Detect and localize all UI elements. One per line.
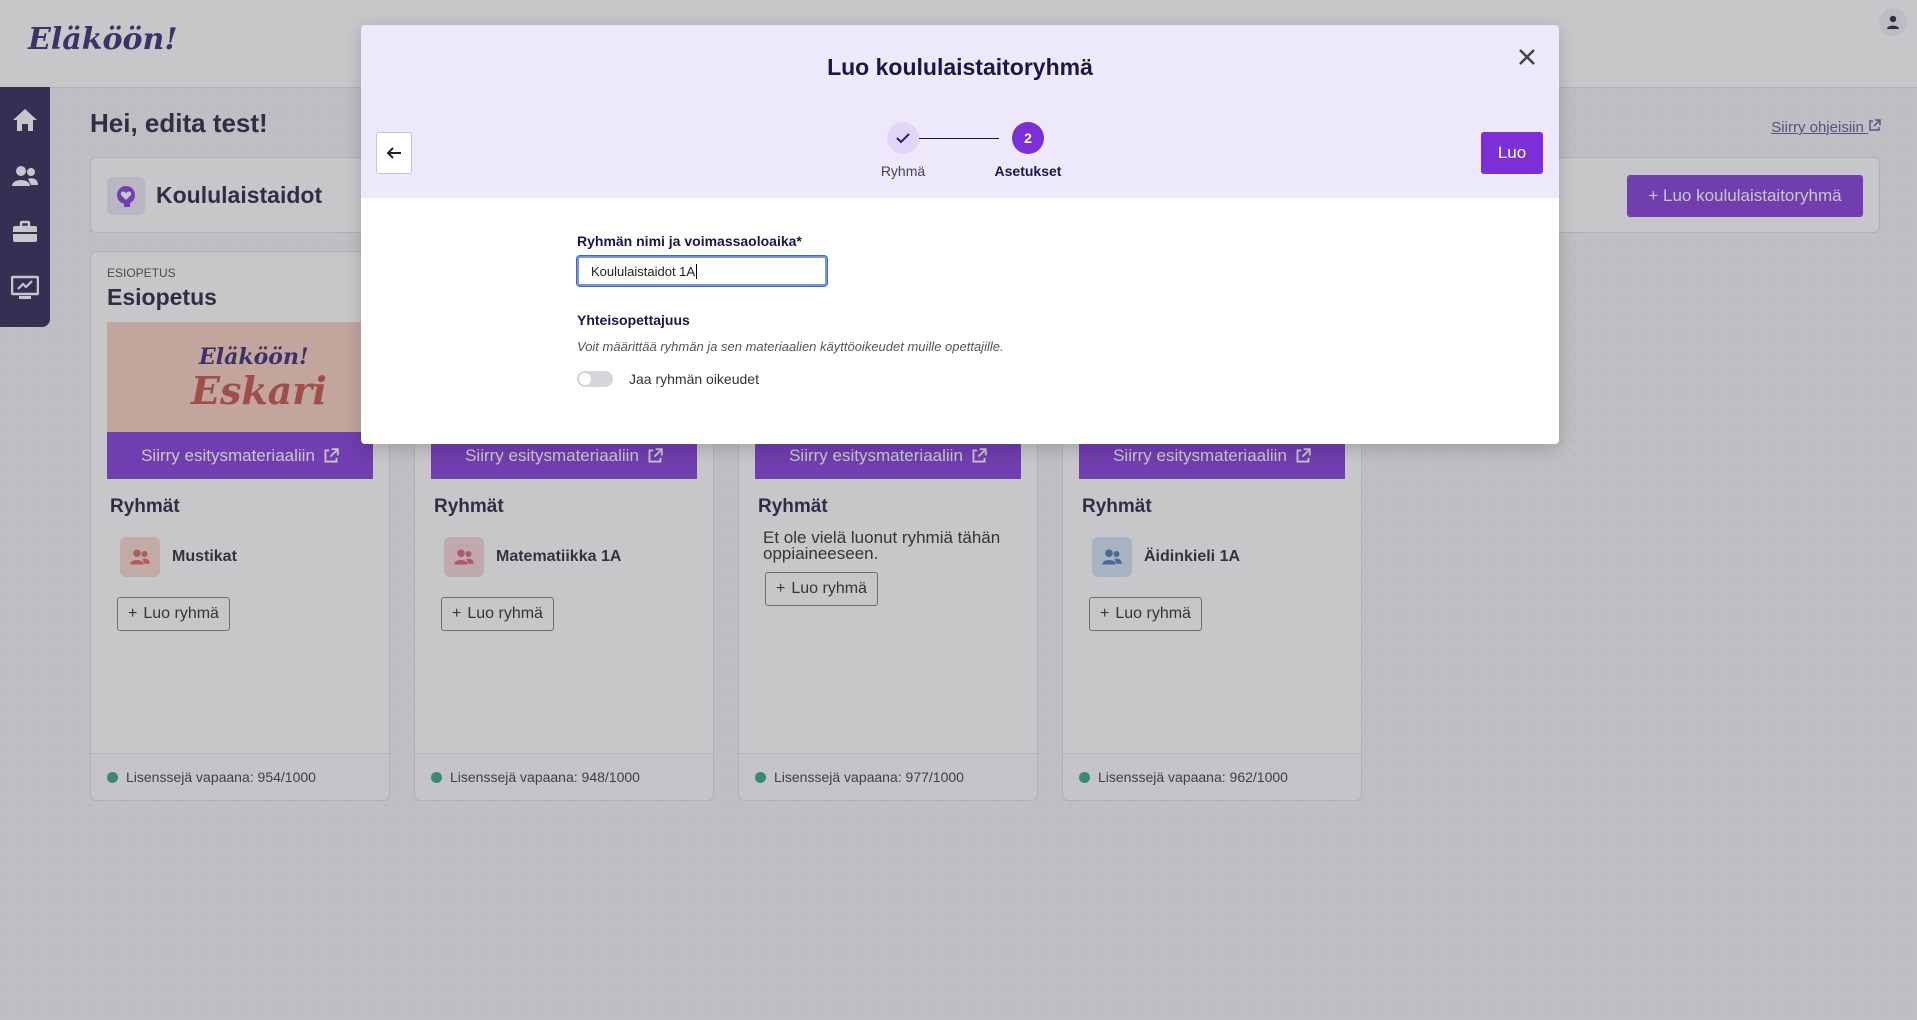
- share-rights-toggle[interactable]: [577, 371, 613, 387]
- back-button[interactable]: [376, 132, 412, 174]
- check-icon: [887, 122, 919, 154]
- share-rights-row: Jaa ryhmän oikeudet: [577, 371, 1004, 387]
- close-icon[interactable]: [1511, 41, 1543, 73]
- group-name-value[interactable]: Koululaistaidot 1A: [591, 264, 695, 279]
- share-rights-label[interactable]: Jaa ryhmän oikeudet: [629, 371, 759, 387]
- modal-header: Luo koululaistaitoryhmä Ryhmä 2 Asetukse…: [361, 25, 1559, 198]
- create-button[interactable]: Luo: [1481, 132, 1543, 174]
- text-cursor: [696, 263, 698, 279]
- step-settings: 2 Asetukset: [987, 122, 1069, 179]
- co-teaching-description: Voit määrittää ryhmän ja sen materiaalie…: [577, 339, 1004, 354]
- toggle-knob: [579, 373, 591, 385]
- step-label: Asetukset: [994, 163, 1062, 179]
- step-label: Ryhmä: [880, 163, 926, 179]
- group-name-label: Ryhmän nimi ja voimassaoloaika*: [577, 233, 802, 249]
- group-name-input[interactable]: Koululaistaidot 1A: [576, 255, 828, 287]
- modal-title: Luo koululaistaitoryhmä: [827, 54, 1093, 80]
- modal-body: Ryhmän nimi ja voimassaoloaika* Koululai…: [576, 233, 1004, 387]
- create-group-modal: Luo koululaistaitoryhmä Ryhmä 2 Asetukse…: [361, 25, 1559, 444]
- step-group: Ryhmä: [877, 122, 929, 179]
- co-teaching-heading: Yhteisopettajuus: [577, 312, 690, 328]
- arrow-left-icon: [386, 147, 401, 159]
- step-number: 2: [1012, 122, 1044, 154]
